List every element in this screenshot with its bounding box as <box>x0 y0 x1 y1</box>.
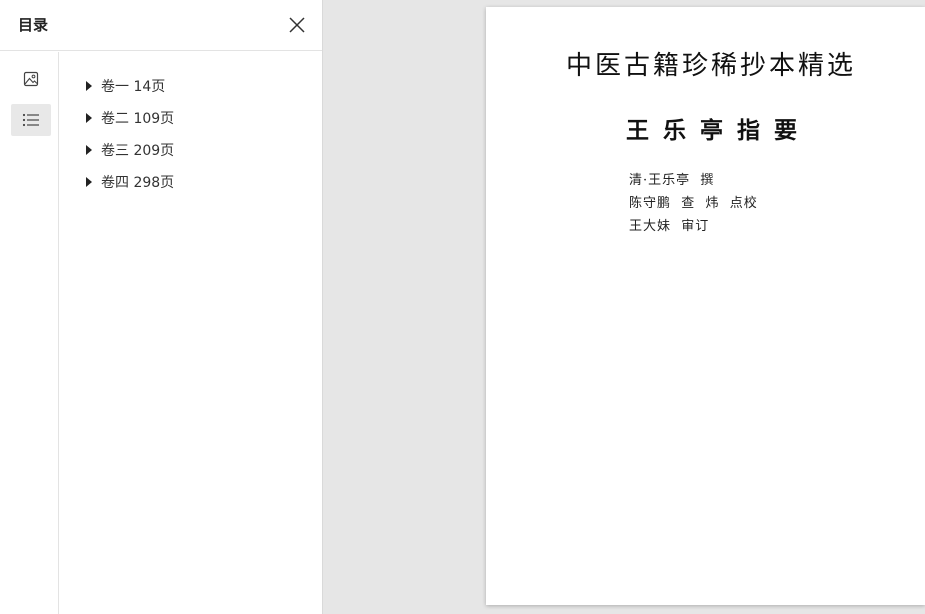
outline-item[interactable]: 卷三 209页 <box>84 134 174 166</box>
outline-item-label: 卷一 14页 <box>101 79 166 95</box>
close-icon <box>289 17 305 33</box>
panel-header: 目录 <box>0 0 322 51</box>
author-credit: 清·王乐亭 撰 <box>629 173 715 188</box>
panel-title: 目录 <box>18 16 49 34</box>
outline-button[interactable] <box>11 104 51 136</box>
thumbnails-button[interactable] <box>11 63 51 95</box>
series-title: 中医古籍珍稀抄本精选 <box>566 51 857 81</box>
outline-panel: 目录 卷一 14页 卷二 109页 卷三 209页 卷四 298页 <box>0 0 323 614</box>
outline-item-label: 卷二 109页 <box>101 111 175 127</box>
credits: 清·王乐亭 撰 陈守鹏 查 炜 点校 王大妹 审订 <box>629 169 758 238</box>
image-icon <box>23 71 39 87</box>
outline-item[interactable]: 卷二 109页 <box>84 102 174 134</box>
list-icon <box>22 113 39 127</box>
close-button[interactable] <box>285 13 309 37</box>
document-page: 中医古籍珍稀抄本精选 王乐亭指要 清·王乐亭 撰 陈守鹏 查 炜 点校 王大妹 … <box>486 7 925 605</box>
outline-item[interactable]: 卷四 298页 <box>84 166 174 198</box>
pdf-viewer: 目录 卷一 14页 卷二 109页 卷三 209页 卷四 298页 中医古籍珍稀… <box>0 0 925 614</box>
outline-item-label: 卷四 298页 <box>101 175 175 191</box>
expand-caret-icon[interactable] <box>86 177 92 187</box>
editor-credit: 陈守鹏 查 炜 点校 <box>629 196 758 211</box>
outline-item[interactable]: 卷一 14页 <box>84 70 174 102</box>
expand-caret-icon[interactable] <box>86 113 92 123</box>
expand-caret-icon[interactable] <box>86 145 92 155</box>
outline-item-label: 卷三 209页 <box>101 143 175 159</box>
book-title: 王乐亭指要 <box>626 117 811 144</box>
outline-list: 卷一 14页 卷二 109页 卷三 209页 卷四 298页 <box>84 70 174 198</box>
reviewer-credit: 王大妹 审订 <box>629 219 710 234</box>
sidebar-rail <box>0 52 59 614</box>
expand-caret-icon[interactable] <box>86 81 92 91</box>
